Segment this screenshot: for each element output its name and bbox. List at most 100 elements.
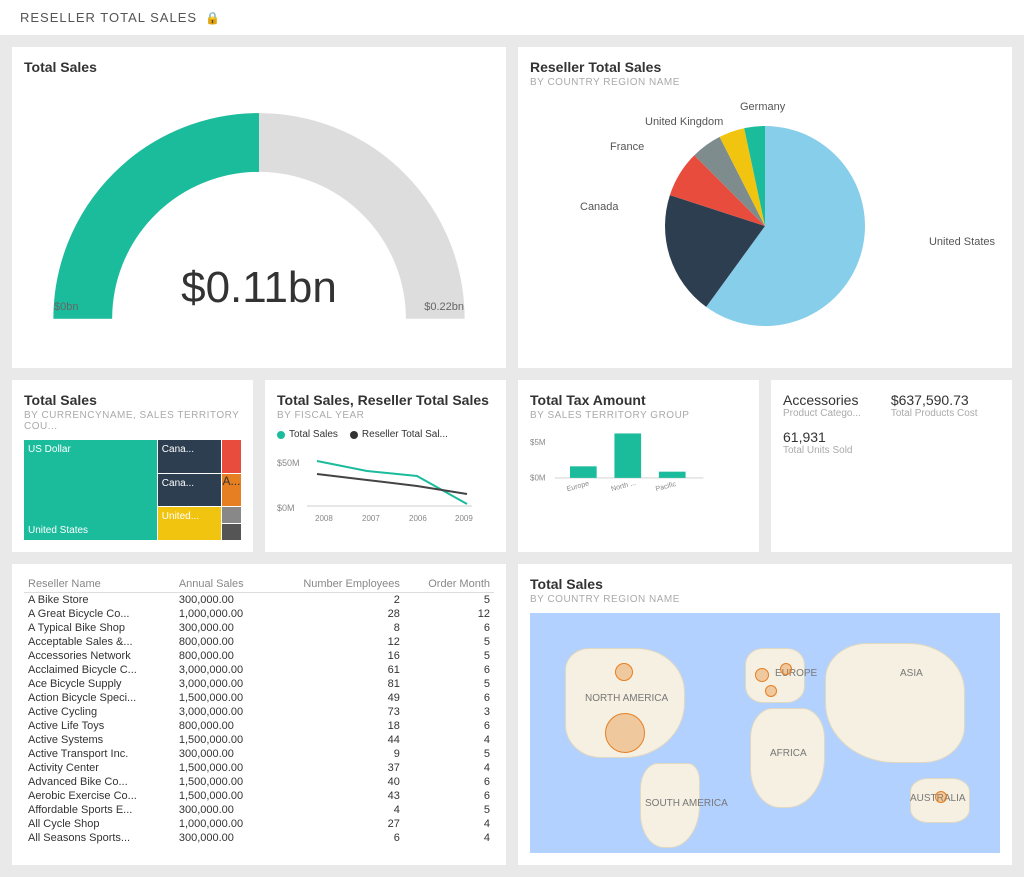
tile-bar[interactable]: Total Tax Amount BY SALES TERRITORY GROU… bbox=[518, 380, 759, 552]
table-cell: Advanced Bike Co... bbox=[24, 775, 175, 789]
tile-table[interactable]: Reseller NameAnnual SalesNumber Employee… bbox=[12, 564, 506, 865]
table-header[interactable]: Number Employees bbox=[269, 576, 404, 593]
table-cell: 1,500,000.00 bbox=[175, 691, 269, 705]
table-cell: 27 bbox=[269, 817, 404, 831]
table-cell: 300,000.00 bbox=[175, 621, 269, 635]
tile-reseller-pie[interactable]: Reseller Total Sales BY COUNTRY REGION N… bbox=[518, 47, 1012, 368]
table-cell: 6 bbox=[404, 719, 494, 733]
map-bubble[interactable] bbox=[765, 685, 777, 697]
table-row[interactable]: Action Bicycle Speci...1,500,000.00496 bbox=[24, 691, 494, 705]
table-row[interactable]: All Cycle Shop1,000,000.00274 bbox=[24, 817, 494, 831]
pie-label-de: Germany bbox=[740, 101, 785, 113]
table-cell: 3 bbox=[404, 705, 494, 719]
table-header[interactable]: Reseller Name bbox=[24, 576, 175, 593]
tile-title: Reseller Total Sales bbox=[530, 59, 1000, 75]
table-cell: 4 bbox=[404, 831, 494, 845]
tile-kpi[interactable]: Accessories Product Catego... 61,931 Tot… bbox=[771, 380, 1012, 552]
table-row[interactable]: Aerobic Exercise Co...1,500,000.00436 bbox=[24, 789, 494, 803]
table-row[interactable]: Affordable Sports E...300,000.0045 bbox=[24, 803, 494, 817]
tile-subtitle: BY SALES TERRITORY GROUP bbox=[530, 410, 747, 421]
table-row[interactable]: A Great Bicycle Co...1,000,000.002812 bbox=[24, 607, 494, 621]
kpi-value: $637,590.73 bbox=[891, 392, 978, 408]
map-bubble[interactable] bbox=[605, 713, 645, 753]
table-row[interactable]: Active Systems1,500,000.00444 bbox=[24, 733, 494, 747]
table-row[interactable]: A Typical Bike Shop300,000.0086 bbox=[24, 621, 494, 635]
tile-title: Total Sales bbox=[24, 59, 494, 75]
table-row[interactable]: Accessories Network800,000.00165 bbox=[24, 649, 494, 663]
table-header[interactable]: Annual Sales bbox=[175, 576, 269, 593]
table-row[interactable]: Acceptable Sales &...800,000.00125 bbox=[24, 635, 494, 649]
kpi-label: Product Catego... bbox=[783, 408, 861, 419]
tile-treemap[interactable]: Total Sales BY CURRENCYNAME, SALES TERRI… bbox=[12, 380, 253, 552]
table-cell: 5 bbox=[404, 635, 494, 649]
pie-label-fr: France bbox=[610, 141, 644, 153]
treemap-label: US Dollar bbox=[28, 444, 71, 455]
table-cell: 300,000.00 bbox=[175, 593, 269, 608]
table-cell: 5 bbox=[404, 593, 494, 608]
table-cell: 6 bbox=[404, 621, 494, 635]
table-header[interactable]: Order Month bbox=[404, 576, 494, 593]
tile-subtitle: BY CURRENCYNAME, SALES TERRITORY COU... bbox=[24, 410, 241, 432]
table-row[interactable]: Active Cycling3,000,000.00733 bbox=[24, 705, 494, 719]
table-cell: 6 bbox=[404, 775, 494, 789]
tile-title: Total Sales bbox=[530, 576, 1000, 592]
table-row[interactable]: Active Life Toys800,000.00186 bbox=[24, 719, 494, 733]
kpi-label: Total Units Sold bbox=[783, 445, 861, 456]
table-cell: 300,000.00 bbox=[175, 747, 269, 761]
tile-line[interactable]: Total Sales, Reseller Total Sales BY FIS… bbox=[265, 380, 506, 552]
table-cell: 5 bbox=[404, 803, 494, 817]
gauge-max: $0.22bn bbox=[424, 301, 464, 313]
table-cell: Active Cycling bbox=[24, 705, 175, 719]
svg-text:2008: 2008 bbox=[315, 514, 333, 523]
table-cell: 4 bbox=[404, 817, 494, 831]
table-cell: 5 bbox=[404, 677, 494, 691]
treemap-cell: A... bbox=[222, 474, 241, 507]
treemap-cell: Cana... bbox=[158, 440, 222, 473]
table-cell: Action Bicycle Speci... bbox=[24, 691, 175, 705]
table-cell: Ace Bicycle Supply bbox=[24, 677, 175, 691]
treemap-cell: United... bbox=[158, 507, 222, 540]
table-cell: 2 bbox=[269, 593, 404, 608]
tile-subtitle: BY COUNTRY REGION NAME bbox=[530, 77, 1000, 88]
table-row[interactable]: Ace Bicycle Supply3,000,000.00815 bbox=[24, 677, 494, 691]
map-label: NORTH AMERICA bbox=[585, 693, 668, 704]
table-cell: Aerobic Exercise Co... bbox=[24, 789, 175, 803]
kpi-value: Accessories bbox=[783, 392, 861, 408]
map-bubble[interactable] bbox=[780, 663, 792, 675]
table-cell: Active Life Toys bbox=[24, 719, 175, 733]
table-cell: 9 bbox=[269, 747, 404, 761]
table-cell: All Cycle Shop bbox=[24, 817, 175, 831]
table-cell: 73 bbox=[269, 705, 404, 719]
map-label: AFRICA bbox=[770, 748, 807, 759]
treemap-cell bbox=[222, 507, 241, 523]
table-cell: Acceptable Sales &... bbox=[24, 635, 175, 649]
map-bubble[interactable] bbox=[615, 663, 633, 681]
table-cell: 3,000,000.00 bbox=[175, 705, 269, 719]
kpi-label: Total Products Cost bbox=[891, 408, 978, 419]
table-cell: 1,500,000.00 bbox=[175, 733, 269, 747]
table-row[interactable]: Activity Center1,500,000.00374 bbox=[24, 761, 494, 775]
table-row[interactable]: A Bike Store300,000.0025 bbox=[24, 593, 494, 608]
svg-text:$0M: $0M bbox=[530, 474, 546, 483]
table-cell: 1,000,000.00 bbox=[175, 607, 269, 621]
table-cell: Active Transport Inc. bbox=[24, 747, 175, 761]
table-row[interactable]: Acclaimed Bicycle C...3,000,000.00616 bbox=[24, 663, 494, 677]
treemap-chart: US Dollar United States Cana... Cana...A… bbox=[24, 440, 241, 540]
table-cell: 4 bbox=[269, 803, 404, 817]
table-cell: 16 bbox=[269, 649, 404, 663]
pie-label-us: United States bbox=[929, 236, 995, 248]
table-row[interactable]: All Seasons Sports...300,000.0064 bbox=[24, 831, 494, 845]
table-row[interactable]: Active Transport Inc.300,000.0095 bbox=[24, 747, 494, 761]
tile-map[interactable]: Total Sales BY COUNTRY REGION NAME NORTH… bbox=[518, 564, 1012, 865]
tile-total-sales-gauge[interactable]: Total Sales $0.11bn $0bn $0.22bn bbox=[12, 47, 506, 368]
table-cell: 37 bbox=[269, 761, 404, 775]
world-map[interactable]: NORTH AMERICA SOUTH AMERICA EUROPE AFRIC… bbox=[530, 613, 1000, 853]
table-cell: A Typical Bike Shop bbox=[24, 621, 175, 635]
table-cell: 1,500,000.00 bbox=[175, 775, 269, 789]
table-row[interactable]: Advanced Bike Co...1,500,000.00406 bbox=[24, 775, 494, 789]
gauge-chart: $0.11bn $0bn $0.22bn bbox=[24, 83, 494, 343]
map-bubble[interactable] bbox=[755, 668, 769, 682]
map-bubble[interactable] bbox=[935, 791, 947, 803]
dashboard: Total Sales $0.11bn $0bn $0.22bn Reselle… bbox=[0, 35, 1024, 877]
table-cell: 8 bbox=[269, 621, 404, 635]
